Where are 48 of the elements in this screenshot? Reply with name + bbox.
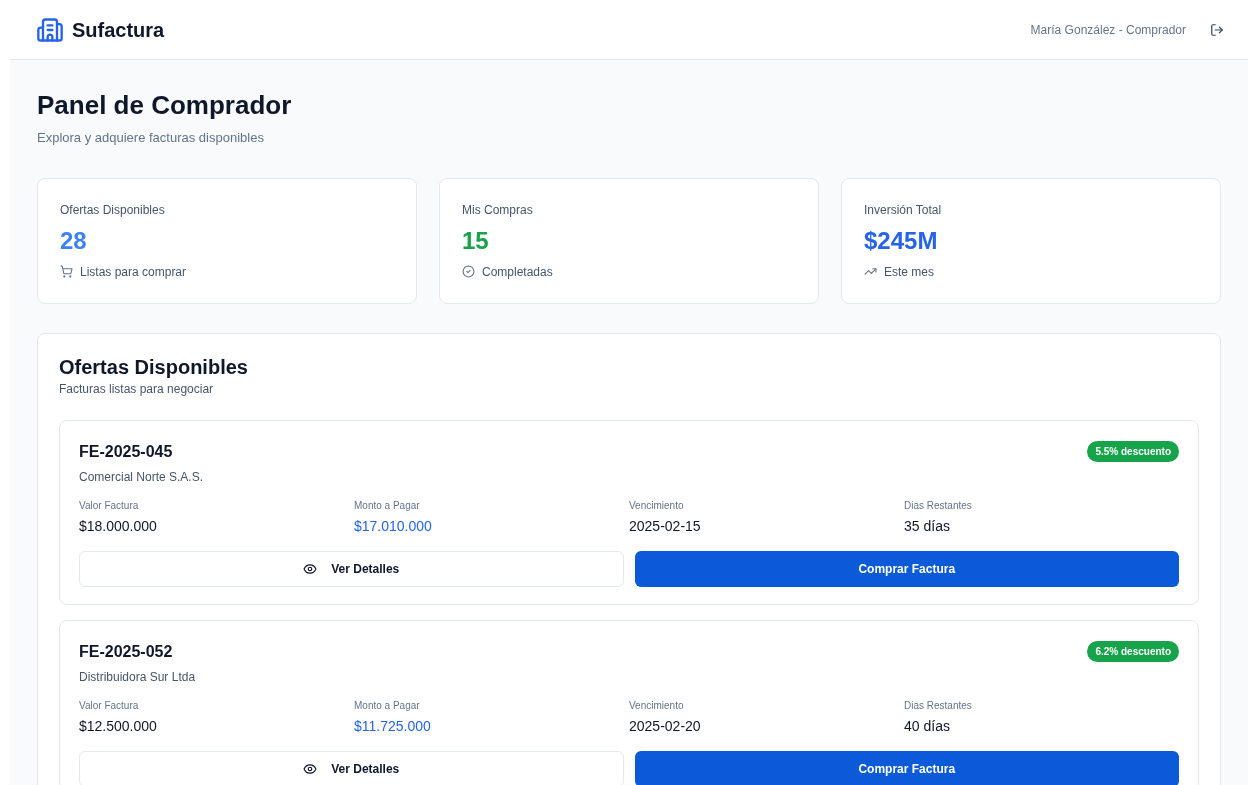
details-button[interactable]: Ver Detalles xyxy=(79,750,624,785)
field-label: Vencimiento xyxy=(629,498,685,513)
stat-label: Mis Compras xyxy=(462,201,534,219)
cart-icon xyxy=(60,265,73,278)
logout-icon xyxy=(1210,22,1224,37)
details-button[interactable]: Ver Detalles xyxy=(79,550,624,587)
field-value: $17.010.000 xyxy=(354,516,433,536)
check-circle-icon xyxy=(462,265,475,278)
field-value: $18.000.000 xyxy=(79,516,158,536)
brand-name: Sufactura xyxy=(72,17,165,43)
field-label: Valor Factura xyxy=(79,498,140,513)
field-label: Vencimiento xyxy=(629,698,685,713)
field-value: 2025-02-20 xyxy=(629,716,702,736)
discount-badge: 5.5% descuento xyxy=(1087,440,1179,462)
buy-button[interactable]: Comprar Factura xyxy=(634,550,1179,587)
section-title: Ofertas Disponibles xyxy=(59,354,249,380)
stat-value: 15 xyxy=(462,225,490,256)
discount-badge: 6.2% descuento xyxy=(1087,640,1179,662)
field-label: Dias Restantes xyxy=(904,498,973,513)
company-name: Comercial Norte S.A.S. xyxy=(79,468,204,486)
stat-value: $245M xyxy=(864,225,939,256)
field-value: 40 días xyxy=(904,716,951,736)
eye-icon xyxy=(303,761,318,776)
field-value: $12.500.000 xyxy=(79,716,158,736)
stat-note: Completadas xyxy=(482,263,553,281)
section-subtitle: Facturas listas para negociar xyxy=(59,380,215,398)
invoice-id: FE-2025-045 xyxy=(79,441,174,462)
field-label: Monto a Pagar xyxy=(354,498,421,513)
eye-icon xyxy=(303,561,318,576)
field-label: Dias Restantes xyxy=(904,698,973,713)
field-value: $11.725.000 xyxy=(354,716,432,736)
building-icon xyxy=(36,15,64,44)
trend-up-icon xyxy=(864,265,877,278)
field-value: 35 días xyxy=(904,516,951,536)
buy-button[interactable]: Comprar Factura xyxy=(634,750,1179,785)
invoice-id: FE-2025-052 xyxy=(79,641,174,662)
stat-label: Inversión Total xyxy=(864,201,943,219)
user-name: María González - Comprador xyxy=(1030,21,1186,39)
stat-label: Ofertas Disponibles xyxy=(60,201,166,219)
page-subtitle: Explora y adquiere facturas disponibles xyxy=(37,129,265,147)
field-value: 2025-02-15 xyxy=(629,516,702,536)
field-label: Valor Factura xyxy=(79,698,140,713)
page-title: Panel de Comprador xyxy=(37,89,293,122)
field-label: Monto a Pagar xyxy=(354,698,421,713)
stat-note: Este mes xyxy=(884,263,934,281)
stat-note: Listas para comprar xyxy=(80,263,187,281)
company-name: Distribuidora Sur Ltda xyxy=(79,668,196,686)
stat-value: 28 xyxy=(60,225,88,256)
